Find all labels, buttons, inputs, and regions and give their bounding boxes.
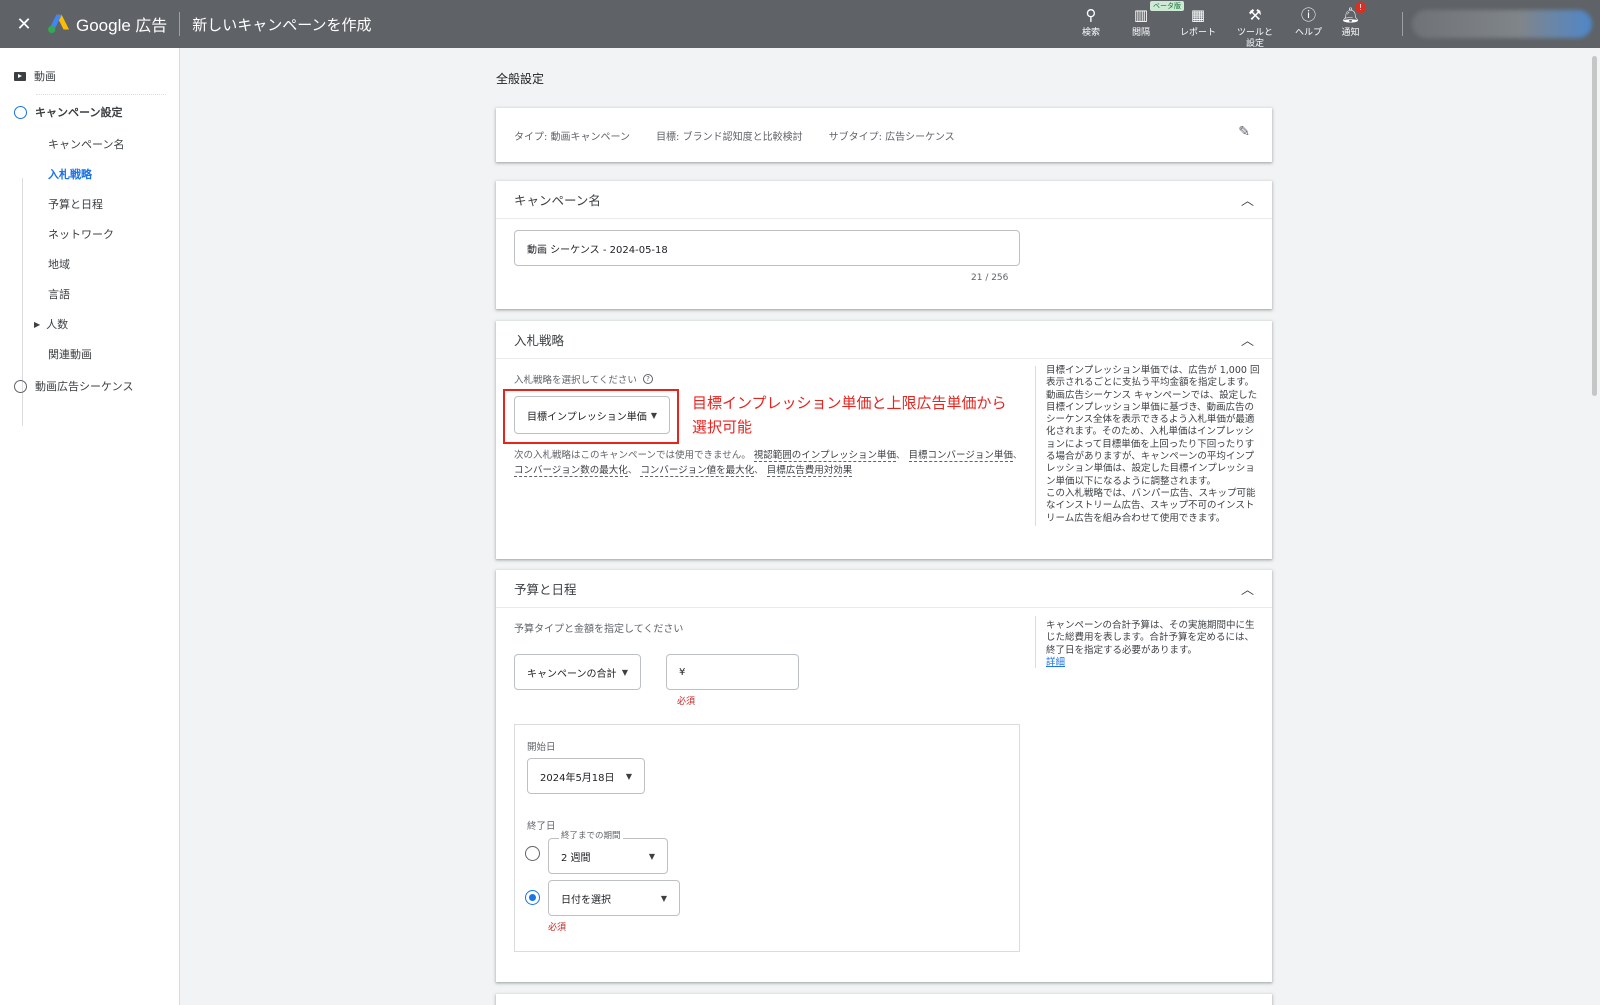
sidebar-item-video[interactable]: 動画: [14, 68, 56, 84]
end-date-label: 終了日: [527, 821, 556, 832]
beta-badge: ベータ版: [1150, 1, 1184, 11]
step-circle-icon: [14, 105, 27, 119]
budget-amount-input[interactable]: ¥: [666, 654, 799, 690]
search-icon: ⚲: [1085, 6, 1097, 24]
close-icon[interactable]: ✕: [0, 14, 48, 35]
sidebar: 動画 キャンペーン設定 キャンペーン名 入札戦略 予算と日程 ネットワーク 地域…: [0, 48, 180, 1005]
brand-name: Google 広告: [76, 16, 168, 35]
budget-card: 予算と日程 ︿ 予算タイプと金額を指定してください キャンペーンの合計 ▼ ¥ …: [496, 570, 1272, 982]
budget-header[interactable]: 予算と日程 ︿: [496, 570, 1272, 608]
sidebar-item-network[interactable]: ネットワーク: [48, 226, 114, 242]
link-max-conversions[interactable]: コンバージョン数の最大化: [514, 465, 628, 477]
select-date-radio[interactable]: [525, 890, 540, 905]
sidebar-item-location[interactable]: 地域: [48, 256, 70, 272]
bidding-prompt: 入札戦略を選択してください ?: [514, 372, 653, 386]
help-divider: [1035, 366, 1036, 526]
appearance-button[interactable]: ベータ版 ▥ 閲隔: [1132, 1, 1184, 38]
link-target-roas[interactable]: 目標広告費用対効果: [766, 465, 853, 477]
period-label: 終了までの期間: [559, 829, 623, 841]
sidebar-item-campaign-name[interactable]: キャンペーン名: [48, 136, 124, 152]
bidding-strategy-dropdown[interactable]: 目標インプレッション単価 ▼: [514, 396, 670, 434]
next-card: [496, 994, 1272, 1005]
unavailable-strategies-text: 次の入札戦略はこのキャンペーンでは使用できません。 視認範囲のインプレッション単…: [514, 450, 1023, 477]
summary-goal: 目標: ブランド認知度と比較検討: [656, 132, 803, 143]
sidebar-item-bidding[interactable]: 入札戦略: [48, 166, 92, 182]
account-menu[interactable]: [1412, 10, 1592, 38]
start-date-dropdown[interactable]: 2024年5月18日 ▼: [527, 758, 645, 794]
appearance-icon: ▥: [1133, 6, 1149, 24]
campaign-summary-card: タイプ: 動画キャンペーン 目標: ブランド認知度と比較検討 サブタイプ: 広告…: [496, 108, 1272, 162]
campaign-name-card: キャンペーン名 ︿ 動画 シーケンス - 2024-05-18 21 / 256: [496, 181, 1272, 309]
sidebar-item-demographics[interactable]: ▶ 人数: [34, 316, 68, 332]
scrollbar-thumb[interactable]: [1592, 56, 1597, 396]
help-circle-icon[interactable]: ?: [642, 374, 653, 384]
search-button[interactable]: ⚲ 検索: [1082, 5, 1100, 38]
details-link[interactable]: 詳細: [1046, 657, 1065, 668]
report-button[interactable]: ▦ レポート: [1180, 5, 1216, 38]
sidebar-item-language[interactable]: 言語: [48, 286, 70, 302]
period-dropdown[interactable]: 2 週間 ▼: [548, 838, 668, 874]
page-title: 新しいキャンペーンを作成: [192, 15, 372, 34]
report-icon: ▦: [1190, 6, 1206, 24]
summary-type: タイプ: 動画キャンペーン: [514, 132, 631, 143]
chevron-up-icon[interactable]: ︿: [1241, 190, 1254, 209]
required-message: 必須: [677, 697, 696, 707]
title-divider: [179, 12, 181, 36]
bidding-card: 入札戦略 ︿ 入札戦略を選択してください ? 目標インプレッション単価 ▼ 目標…: [496, 321, 1272, 559]
google-ads-logo: Google 広告: [48, 12, 167, 36]
scrollbar[interactable]: [1590, 48, 1600, 1005]
schedule-box: 開始日 2024年5月18日 ▼ 終了日 終了までの期間 2 週間 ▼ 日付を選…: [514, 724, 1020, 952]
edit-pencil-icon[interactable]: ✎: [1238, 124, 1250, 140]
bidding-help-text: 目標インプレッション単価では、広告が 1,000 回 表示されるごとに支払う平均…: [1046, 365, 1260, 524]
help-divider: [1035, 616, 1036, 668]
budget-prompt: 予算タイプと金額を指定してください: [514, 624, 684, 635]
notifications-button[interactable]: ! 🔔︎ 通知: [1341, 2, 1366, 38]
chevron-up-icon[interactable]: ︿: [1241, 330, 1254, 349]
chevron-up-icon[interactable]: ︿: [1241, 579, 1254, 598]
link-target-cpa[interactable]: 目標コンバージョン単価: [908, 450, 1013, 462]
sidebar-item-ad-sequence[interactable]: 動画広告シーケンス: [14, 378, 133, 394]
start-date-label: 開始日: [527, 742, 556, 753]
link-max-conversion-value[interactable]: コンバージョン値を最大化: [640, 465, 755, 477]
bidding-header[interactable]: 入札戦略 ︿: [496, 321, 1272, 359]
tools-settings-button[interactable]: ⚒ ツールと 設定: [1237, 5, 1273, 49]
help-icon: ⓘ: [1301, 6, 1317, 24]
budget-help-text: キャンペーンの合計予算は、その実施期間中に生 じた総費用を表します。合計予算を定…: [1046, 620, 1255, 668]
dropdown-arrow-icon: ▼: [660, 893, 667, 903]
notification-badge: !: [1355, 2, 1366, 13]
char-counter: 21 / 256: [971, 273, 1009, 283]
sidebar-item-related-videos[interactable]: 関連動画: [48, 346, 92, 362]
annotation-text: 目標インプレッション単価と上限広告単価から 選択可能: [692, 394, 1007, 436]
section-title: 全般設定: [496, 72, 545, 86]
sidebar-item-campaign-settings[interactable]: キャンペーン設定: [14, 104, 122, 120]
account-divider: [1402, 12, 1403, 36]
step-circle-icon: [14, 379, 27, 393]
campaign-name-header[interactable]: キャンペーン名 ︿: [496, 181, 1272, 219]
dropdown-arrow-icon: ▼: [625, 771, 632, 781]
video-icon: [14, 71, 26, 81]
end-date-dropdown[interactable]: 日付を選択 ▼: [548, 880, 680, 916]
dropdown-arrow-icon: ▼: [650, 410, 657, 420]
sidebar-divider: [36, 94, 166, 95]
required-message: 必須: [548, 923, 567, 933]
budget-type-dropdown[interactable]: キャンペーンの合計 ▼: [514, 654, 641, 690]
dropdown-arrow-icon: ▼: [648, 851, 655, 861]
wrench-icon: ⚒: [1248, 6, 1262, 24]
help-button[interactable]: ⓘ ヘルプ: [1295, 5, 1322, 38]
campaign-name-input[interactable]: 動画 シーケンス - 2024-05-18: [514, 230, 1020, 266]
link-viewable-cpm[interactable]: 視認範囲のインプレッション単価: [753, 450, 896, 462]
summary-subtype: サブタイプ: 広告シーケンス: [828, 132, 955, 143]
caret-right-icon: ▶: [34, 319, 41, 329]
sidebar-item-budget[interactable]: 予算と日程: [48, 196, 103, 212]
dropdown-arrow-icon: ▼: [621, 667, 628, 677]
google-ads-logo-icon: [48, 14, 69, 34]
top-bar: ✕ Google 広告 新しいキャンペーンを作成 ⚲ 検索 ベータ版 ▥ 閲隔 …: [0, 0, 1600, 49]
period-radio[interactable]: [525, 846, 540, 861]
